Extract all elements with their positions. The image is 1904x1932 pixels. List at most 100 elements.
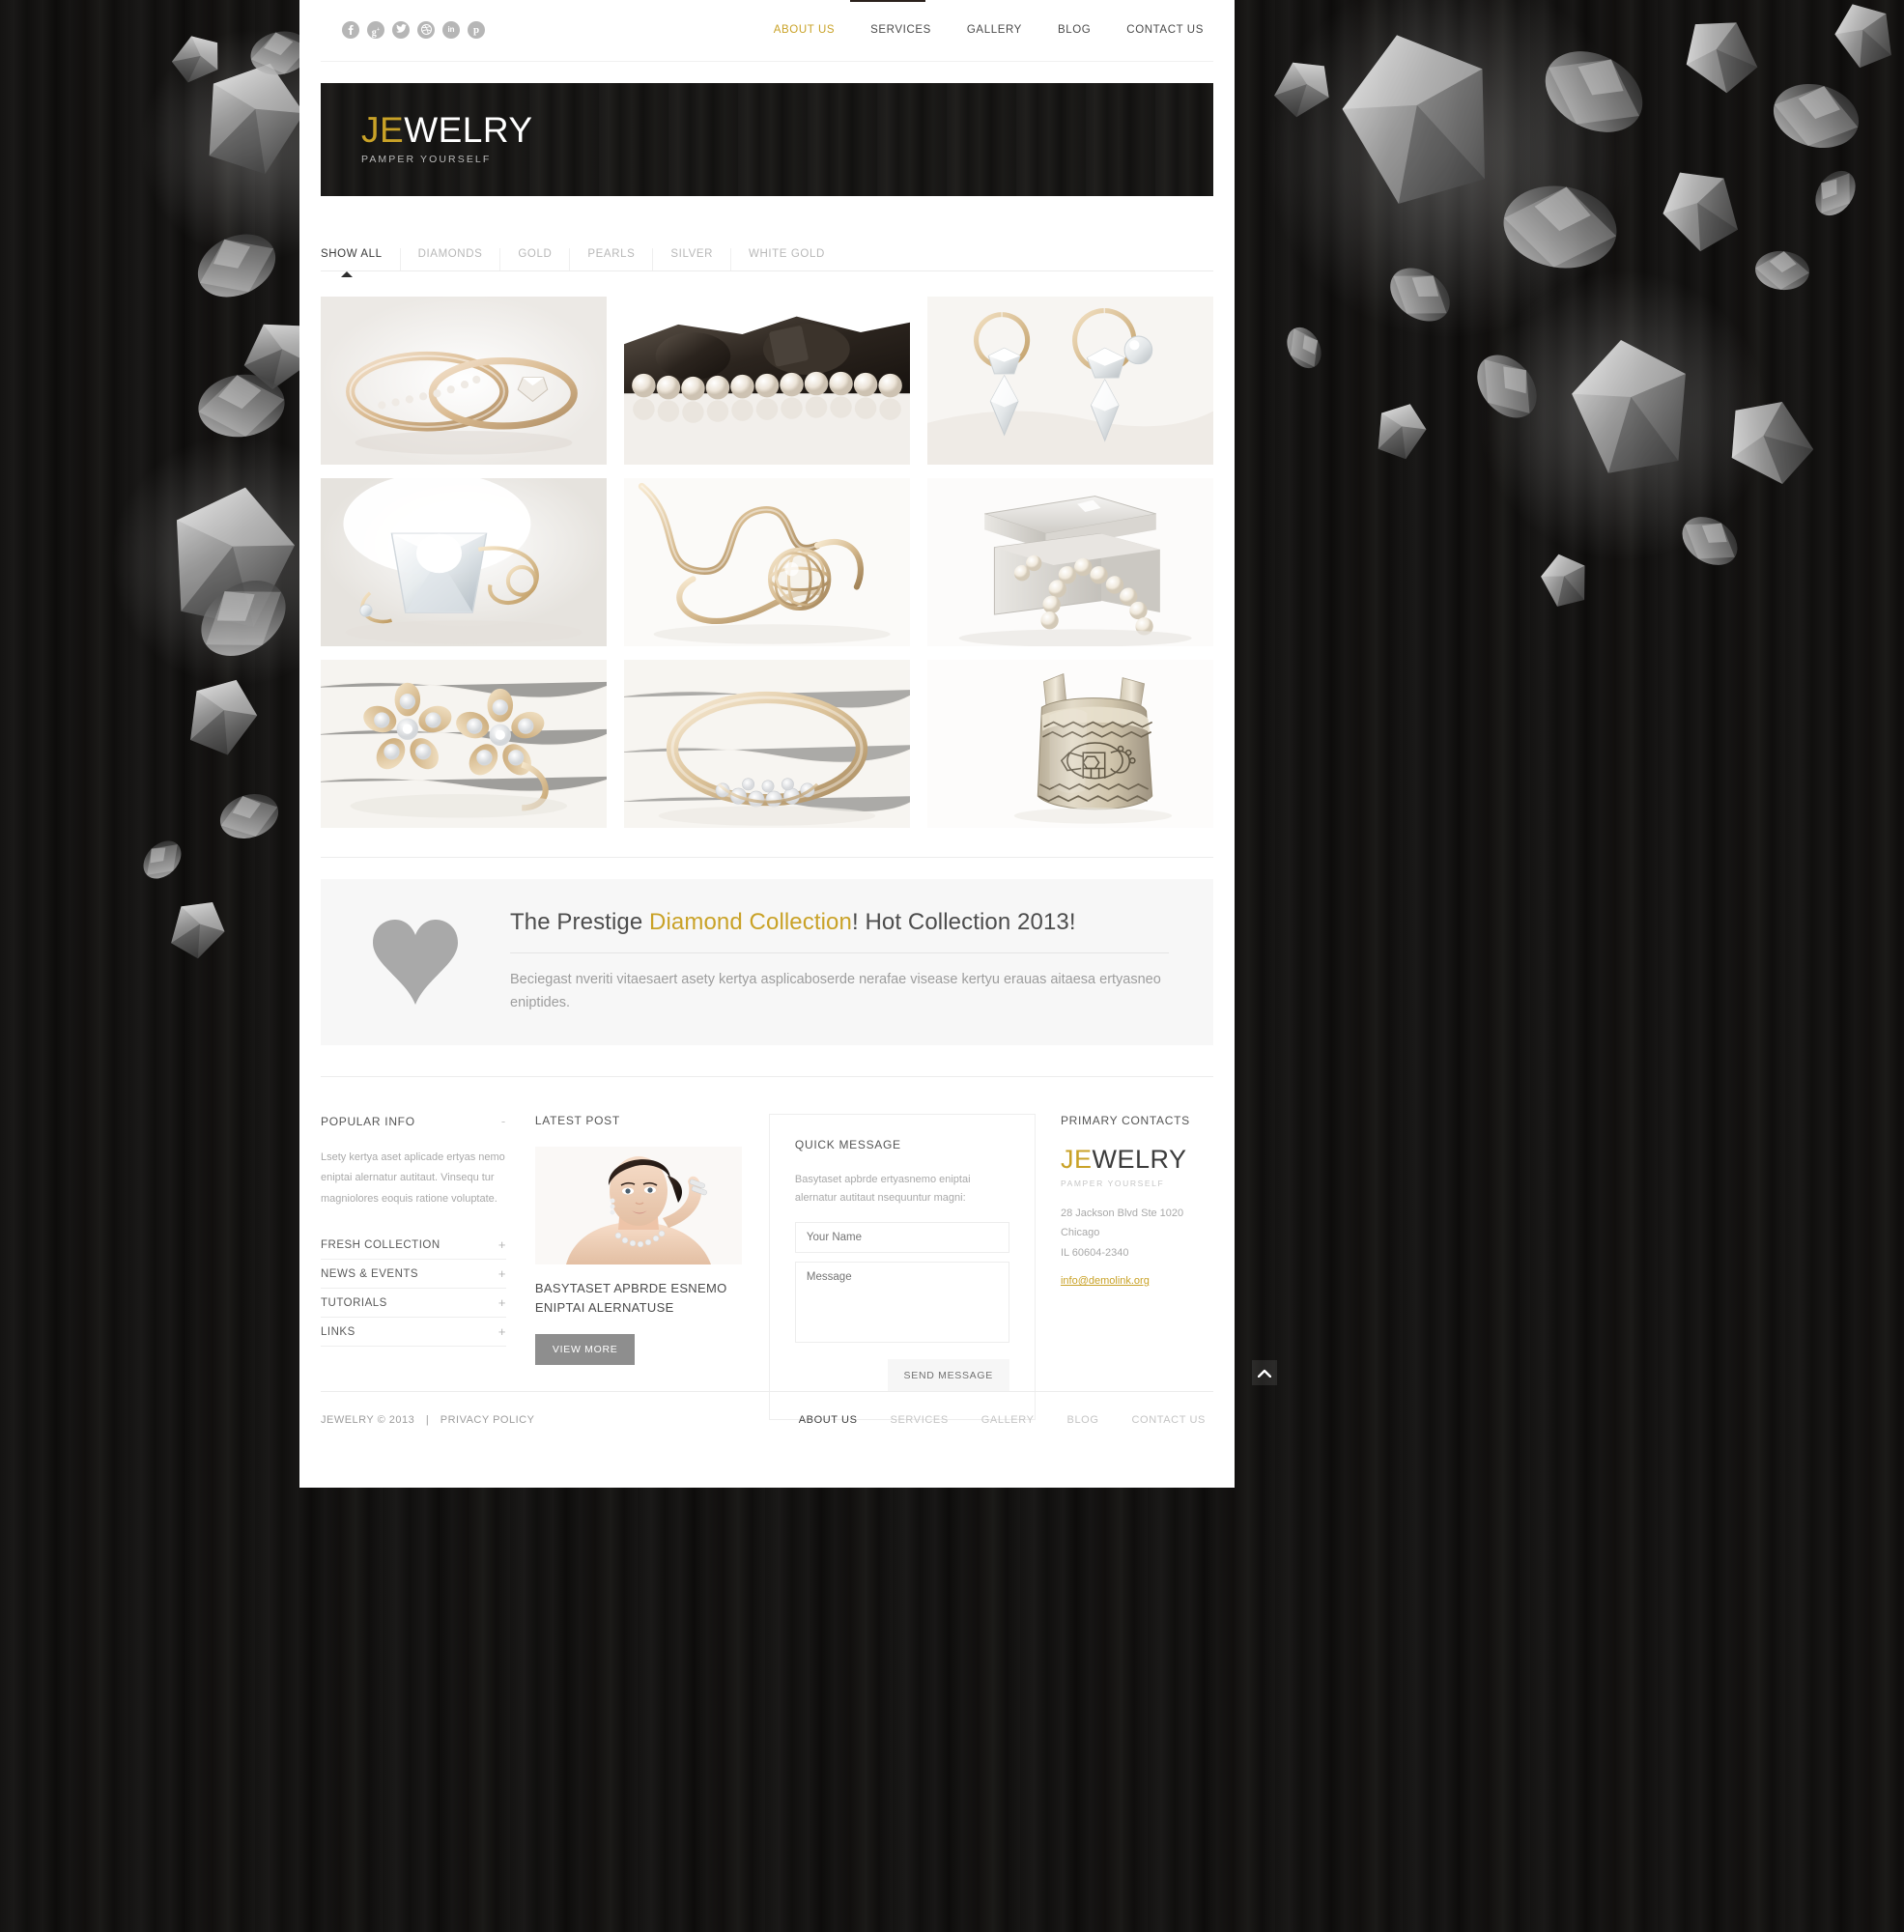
promo-title-part1: The Prestige [510,909,650,936]
footer-column-latest-post: LATEST POST BASYTASET APBRDE ESNEMO ENIP… [534,1114,742,1420]
logo-second-part: WELRY [404,110,533,150]
dribbble-icon[interactable] [417,21,435,39]
accordion-label: FRESH COLLECTION [321,1238,440,1251]
filter-diamonds[interactable]: DIAMONDS [399,248,500,270]
footer-nav-about-us[interactable]: ABOUT US [799,1414,858,1426]
linkedin-icon[interactable]: in [442,21,460,39]
message-input[interactable] [794,1261,1009,1343]
footer-nav-blog[interactable]: BLOG [1067,1414,1099,1426]
scroll-to-top-button[interactable] [1252,1360,1277,1385]
logo-tagline: PAMPER YOURSELF [361,154,492,165]
gallery-item-pearl-necklace[interactable] [624,297,910,465]
accordion-item-links[interactable]: LINKS + [321,1318,506,1348]
footer-column-quick-message: QUICK MESSAGE Basytaset apbrde ertyasnem… [768,1114,1036,1420]
promo-title-highlight: Diamond Collection [649,909,852,936]
popular-info-collapse-icon[interactable]: - [501,1114,506,1128]
primary-contacts-title: PRIMARY CONTACTS [1060,1114,1190,1127]
promo-banner: The Prestige Diamond Collection! Hot Col… [321,879,1213,1045]
filter-white-gold[interactable]: WHITE GOLD [730,248,842,270]
plus-icon: + [497,1237,506,1253]
gallery-item-caged-pearl-chain[interactable] [624,478,910,646]
address-line-1: 28 Jackson Blvd Ste 1020 [1060,1208,1184,1219]
popular-info-accordion: FRESH COLLECTION + NEWS & EVENTS + TUTOR… [321,1231,506,1348]
promo-section: The Prestige Diamond Collection! Hot Col… [321,857,1213,1045]
footer-logo: JEWELRY PAMPER YOURSELF [1060,1147,1213,1189]
latest-post-headline[interactable]: BASYTASET APBRDE ESNEMO ENIPTAI ALERNATU… [535,1279,742,1317]
promo-title: The Prestige Diamond Collection! Hot Col… [510,909,1169,936]
footer-navigation: ABOUT US SERVICES GALLERY BLOG CONTACT U… [799,1414,1213,1426]
gallery-item-flower-earrings[interactable] [321,660,607,828]
plus-icon: + [497,1324,506,1340]
bottom-bar: JEWELRY © 2013 | PRIVACY POLICY ABOUT US… [321,1391,1213,1447]
top-bar: g+ in p ABOUT US SERVICES GALLERY BLOG C… [321,0,1213,62]
accordion-label: LINKS [321,1325,355,1338]
filter-pearls[interactable]: PEARLS [569,248,652,270]
footer-logo-tagline: PAMPER YOURSELF [1060,1179,1165,1188]
promo-divider [510,952,1169,954]
nav-item-blog[interactable]: BLOG [1058,24,1091,36]
filter-show-all[interactable]: SHOW ALL [321,248,400,277]
quick-message-description: Basytaset apbrde ertyasnemo eniptai aler… [794,1174,971,1205]
send-message-button[interactable]: SEND MESSAGE [887,1358,1009,1392]
footer-logo-wordmark: JEWELRY [1061,1147,1213,1173]
quick-message-title: QUICK MESSAGE [794,1138,901,1151]
footer-nav-contact-us[interactable]: CONTACT US [1132,1414,1207,1426]
footer-nav-gallery[interactable]: GALLERY [981,1414,1035,1426]
gallery-item-silver-cuff-bracelet[interactable] [927,660,1213,828]
plus-icon: + [497,1266,506,1282]
name-input[interactable] [794,1221,1009,1253]
twitter-icon[interactable] [392,21,410,39]
gallery-grid [321,297,1213,828]
gallery-item-vintage-band-ring[interactable] [624,660,910,828]
gallery-item-crystal-box[interactable] [321,478,607,646]
footer-nav-services[interactable]: SERVICES [891,1414,949,1426]
plus-icon: + [497,1295,506,1311]
site-logo[interactable]: JEWELRY PAMPER YOURSELF [361,112,533,165]
footer-column-primary-contacts: PRIMARY CONTACTS JEWELRY PAMPER YOURSELF… [1061,1114,1213,1420]
footer-logo-first-part: JE [1060,1145,1093,1174]
contact-address: 28 Jackson Blvd Ste 1020 Chicago IL 6060… [1061,1204,1213,1263]
gallery-item-ring-pair[interactable] [321,297,607,465]
copyright-separator: | [425,1413,430,1426]
accordion-label: NEWS & EVENTS [321,1267,419,1280]
promo-content: The Prestige Diamond Collection! Hot Col… [510,909,1213,1015]
nav-item-gallery[interactable]: GALLERY [967,24,1022,36]
hero-banner: JEWELRY PAMPER YOURSELF [321,83,1213,196]
gallery-filter-tabs: SHOW ALL DIAMONDS GOLD PEARLS SILVER WHI… [321,239,1213,277]
latest-post-thumbnail[interactable] [534,1147,742,1264]
privacy-policy-link[interactable]: PRIVACY POLICY [440,1414,535,1426]
promo-description: Beciegast nveriti vitaesaert asety kerty… [510,972,1161,1010]
footer-columns: POPULAR INFO - Lsety kertya aset aplicad… [321,1076,1213,1420]
footer-logo-second-part: WELRY [1092,1145,1187,1174]
popular-info-text: Lsety kertya aset aplicade ertyas nemo e… [321,1151,505,1205]
gallery-item-silver-gift-box[interactable] [927,478,1213,646]
contact-email-link[interactable]: info@demolink.org [1061,1275,1150,1287]
main-navigation: ABOUT US SERVICES GALLERY BLOG CONTACT U… [774,24,1204,36]
nav-item-contact-us[interactable]: CONTACT US [1126,24,1204,36]
accordion-item-fresh-collection[interactable]: FRESH COLLECTION + [321,1231,506,1261]
view-more-button[interactable]: VIEW MORE [534,1334,636,1365]
filter-silver[interactable]: SILVER [652,248,730,270]
popular-info-heading: POPULAR INFO - [321,1114,506,1128]
address-line-2: Chicago [1060,1227,1100,1239]
accordion-item-tutorials[interactable]: TUTORIALS + [321,1289,506,1319]
nav-item-about-us[interactable]: ABOUT US [774,24,835,36]
social-links: g+ in p [342,21,485,39]
chevron-up-icon [1258,1369,1271,1378]
page-container: g+ in p ABOUT US SERVICES GALLERY BLOG C… [299,0,1235,1488]
accordion-label: TUTORIALS [321,1296,387,1309]
promo-title-part2: ! Hot Collection 2013! [851,909,1076,936]
nav-item-services[interactable]: SERVICES [870,24,931,36]
filter-gold[interactable]: GOLD [499,248,569,270]
logo-wordmark: JEWELRY [361,112,533,148]
accordion-item-news-events[interactable]: NEWS & EVENTS + [321,1260,506,1290]
pinterest-icon[interactable]: p [468,21,485,39]
copyright-text: JEWELRY © 2013 [321,1413,415,1426]
address-line-3: IL 60604-2340 [1060,1246,1129,1259]
logo-first-part: JE [361,110,405,150]
facebook-icon[interactable] [342,21,359,39]
popular-info-title: POPULAR INFO [321,1114,415,1128]
google-plus-icon[interactable]: g+ [367,21,384,39]
latest-post-title: LATEST POST [534,1114,620,1127]
gallery-item-crystal-earrings[interactable] [927,297,1213,465]
